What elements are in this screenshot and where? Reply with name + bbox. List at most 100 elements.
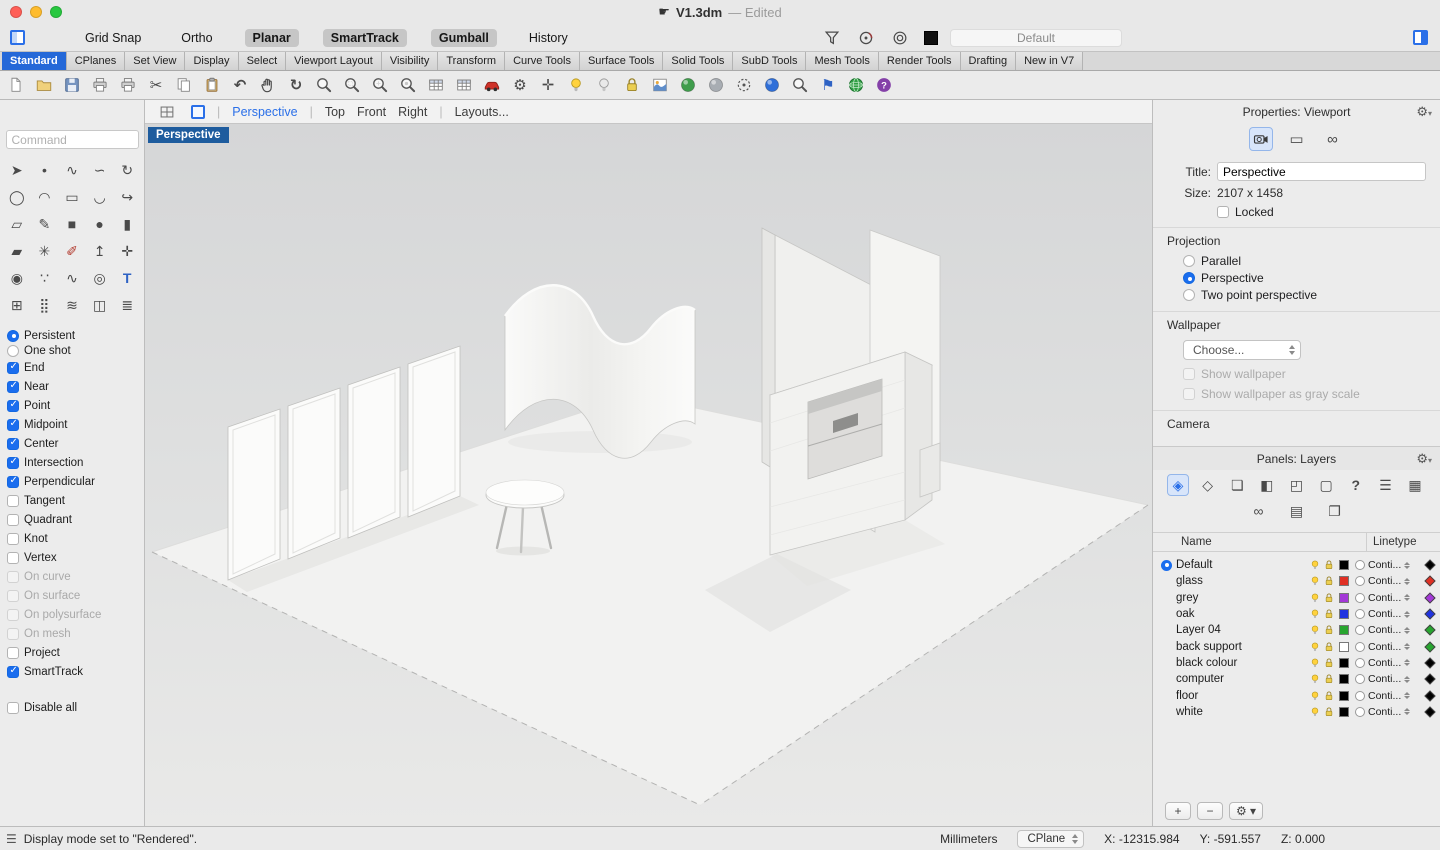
osnap-smarttrack[interactable]: SmartTrack [7,662,144,681]
help-panel-icon[interactable]: ? [1345,474,1367,496]
projection-option-two-point-perspective[interactable]: Two point perspective [1153,287,1440,303]
interpolate-curve-icon[interactable]: ∿ [58,159,86,181]
layer-color-swatch[interactable] [1339,625,1349,636]
osnap-on-mesh[interactable]: On mesh [7,624,144,643]
layer-row-grey[interactable]: grey Conti... [1153,590,1440,606]
wallpaper-choose-button[interactable]: Choose... [1183,340,1301,360]
right-panel-toggle-icon[interactable] [1413,30,1428,45]
osnap-perpendicular[interactable]: Perpendicular [7,472,144,491]
ribbon-tab-set-view[interactable]: Set View [125,52,186,70]
layer-material-icon[interactable] [1355,674,1365,685]
layer-lock-icon[interactable] [1322,608,1336,620]
viewport-tab-top[interactable]: Top [325,105,345,119]
display-panel-icon[interactable]: ▢ [1315,474,1337,496]
osnap-on-surface[interactable]: On surface [7,586,144,605]
viewport-tab-front[interactable]: Front [357,105,386,119]
delete-layer-button[interactable]: − [1197,802,1223,820]
rotate-view-icon[interactable]: ↻ [284,73,308,97]
layer-print-color-diamond[interactable] [1424,624,1436,636]
layer-lock-icon[interactable] [1322,690,1336,702]
cplanes-panel-icon[interactable]: ◰ [1286,474,1308,496]
box-icon[interactable]: ■ [58,213,86,235]
toggle-grid-snap[interactable]: Grid Snap [77,29,149,47]
layer-material-icon[interactable] [1355,641,1365,652]
arc-blend-icon[interactable]: ◡ [86,186,114,208]
osnap-mode-one-shot[interactable]: One shot [7,343,144,358]
zoom-selected-icon[interactable] [396,73,420,97]
layer-color-swatch[interactable] [1339,560,1349,571]
raytrace-sphere-icon[interactable] [760,73,784,97]
active-viewport-icon[interactable] [191,104,205,119]
sheets-panel-icon[interactable]: ▦ [1404,474,1426,496]
ribbon-tab-drafting[interactable]: Drafting [960,52,1017,70]
osnap-intersection[interactable]: Intersection [7,453,144,472]
layer-visibility-bulb-icon[interactable] [1308,673,1322,685]
materials-panel-icon[interactable]: ▤ [1286,500,1308,522]
layer-row-default[interactable]: Default Conti... [1153,557,1440,573]
viewport-title-input[interactable] [1217,162,1426,181]
single-point-icon[interactable]: • [31,159,59,181]
gumball-menu-icon[interactable] [888,26,912,50]
ribbon-tab-visibility[interactable]: Visibility [381,52,439,70]
layer-linetype[interactable]: Conti... [1368,575,1420,587]
ribbon-tab-subd-tools[interactable]: SubD Tools [733,52,807,70]
point-cloud-icon[interactable]: ∵ [31,267,59,289]
left-panel-toggle-icon[interactable] [10,30,25,45]
layer-print-color-diamond[interactable] [1424,640,1436,653]
viewport-title-badge[interactable]: Perspective [148,127,229,143]
layer-row-white[interactable]: white Conti... [1153,704,1440,720]
locked-checkbox[interactable]: Locked [1217,205,1274,219]
rectangle-icon[interactable]: ▭ [58,186,86,208]
layer-lock-icon[interactable] [1322,575,1336,587]
camera-icon[interactable] [1248,127,1273,151]
paste-icon[interactable] [200,73,224,97]
properties-gear-button[interactable]: ⚙▾ [1416,104,1432,120]
helix-icon[interactable]: ◎ [86,267,114,289]
cage-edit-icon[interactable]: ◫ [86,294,114,316]
copy-to-clipboard-icon[interactable] [172,73,196,97]
array-icon[interactable]: ⊞ [3,294,31,316]
ribbon-tab-cplanes[interactable]: CPlanes [66,52,126,70]
osnap-end[interactable]: End [7,358,144,377]
undo-icon[interactable]: ↶ [228,73,252,97]
text-object-icon[interactable]: T [113,267,141,289]
layer-lock-icon[interactable] [1322,673,1336,685]
layer-print-color-diamond[interactable] [1424,689,1436,702]
layer-visibility-bulb-icon[interactable] [1308,592,1322,604]
fullscreen-window-button[interactable] [50,6,62,18]
layer-visibility-bulb-icon[interactable] [1308,575,1322,587]
ribbon-tab-curve-tools[interactable]: Curve Tools [505,52,580,70]
layer-linetype[interactable]: Conti... [1368,657,1420,669]
zoom-dynamic-icon[interactable] [312,73,336,97]
osnap-quadrant[interactable]: Quadrant [7,510,144,529]
layer-lock-icon[interactable] [1322,706,1336,718]
new-file-icon[interactable] [4,73,28,97]
layer-visibility-bulb-icon[interactable] [1308,641,1322,653]
stairs-icon[interactable]: ≣ [113,294,141,316]
folder-panel-icon[interactable]: ❐ [1324,500,1346,522]
help-icon[interactable]: ? [872,73,896,97]
layer-linetype[interactable]: Conti... [1368,706,1420,718]
viewport-tab-layouts[interactable]: Layouts... [455,105,509,119]
layer-linetype[interactable]: Conti... [1368,608,1420,620]
layer-print-color-diamond[interactable] [1424,575,1436,588]
commands-panel-icon[interactable]: ☰ [1374,474,1396,496]
layer-visibility-bulb-icon[interactable] [1308,657,1322,669]
toggle-gumball[interactable]: Gumball [430,28,497,47]
layer-lock-icon[interactable] [1322,641,1336,653]
layer-print-color-diamond[interactable] [1424,673,1436,685]
pan-view-icon[interactable] [256,73,280,97]
current-layer-indicator[interactable] [1161,559,1176,571]
ribbon-tab-display[interactable]: Display [185,52,239,70]
print-preview-icon[interactable] [116,73,140,97]
layer-row-layer-04[interactable]: Layer 04 Conti... [1153,622,1440,638]
layer-visibility-bulb-icon[interactable] [1308,559,1322,571]
grid-array-icon[interactable]: ⣿ [31,294,59,316]
layer-linetype[interactable]: Conti... [1368,641,1420,653]
layer-color-swatch[interactable] [1339,674,1349,685]
plane-tool-icon[interactable]: ▰ [3,240,31,262]
layer-row-back-support[interactable]: back support Conti... [1153,638,1440,654]
osnap-on-polysurface[interactable]: On polysurface [7,605,144,624]
viewport-tab-right[interactable]: Right [398,105,427,119]
layer-print-color-diamond[interactable] [1424,657,1436,669]
